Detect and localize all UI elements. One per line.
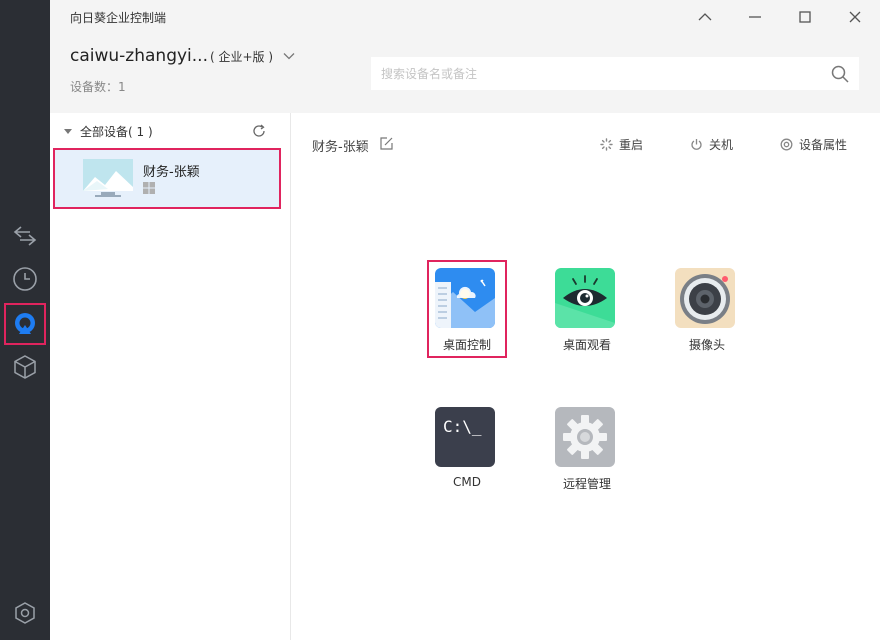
device-properties-label: 设备属性 (799, 138, 848, 152)
current-device-name: 财务-张颖 (312, 140, 369, 155)
remote-management-label: 远程管理 (562, 477, 611, 491)
account-selector[interactable]: caiwu-zhangyi... ( 企业+版 ) (70, 46, 295, 66)
device-list-panel: 全部设备( 1 ) 财务-张颖 (50, 113, 291, 640)
windows-icon (143, 182, 155, 194)
search-icon[interactable] (831, 65, 849, 83)
rail-remote-button[interactable] (4, 303, 46, 345)
desktop-view-tile[interactable]: 桌面观看 (549, 262, 625, 356)
restart-icon (600, 138, 613, 151)
refresh-button[interactable] (250, 122, 268, 140)
desktop-control-tile[interactable]: 桌面控制 (427, 260, 507, 358)
settings-icon (780, 138, 793, 151)
maximize-icon (799, 11, 811, 23)
window-title: 向日葵企业控制端 (70, 11, 167, 25)
rail-apps-button[interactable] (6, 348, 44, 386)
power-icon (691, 139, 702, 150)
search-box (371, 57, 859, 90)
cmd-label: CMD (453, 475, 481, 489)
device-detail-panel: 财务-张颖 重启 关机 设备属性 桌面控制 桌面观看 摄像头 C:\_ CMD … (291, 113, 880, 640)
remote-desktop-icon (435, 268, 495, 328)
header: 向日葵企业控制端 caiwu-zhangyi... ( 企业+版 ) 设备数：1… (50, 0, 880, 113)
left-rail (0, 0, 50, 640)
close-icon (849, 11, 861, 23)
clock-icon (13, 267, 37, 291)
cmd-glyph: C:\_ (443, 417, 482, 436)
camera-label: 摄像头 (688, 338, 725, 352)
device-group-all[interactable]: 全部设备( 1 ) (64, 123, 153, 140)
refresh-icon (253, 124, 265, 137)
cube-icon (14, 355, 36, 379)
minimize-icon (749, 16, 761, 18)
rail-history-button[interactable] (6, 260, 44, 298)
app-window: 向日葵企业控制端 caiwu-zhangyi... ( 企业+版 ) 设备数：1… (0, 0, 880, 640)
rail-settings-button[interactable] (6, 594, 44, 632)
search-input[interactable] (371, 58, 811, 89)
device-count: 设备数：1 (70, 80, 126, 94)
camera-tile[interactable]: 摄像头 (669, 262, 745, 356)
device-name: 财务-张颖 (143, 165, 200, 180)
terminal-icon: C:\_ (435, 407, 495, 467)
gear-icon (555, 407, 615, 467)
caret-down-icon (64, 129, 72, 134)
chevron-down-icon (283, 53, 295, 60)
chevron-up-icon (698, 13, 712, 21)
device-list-item[interactable]: 财务-张颖 (53, 148, 281, 209)
collapse-button[interactable] (694, 6, 716, 28)
camera-icon (675, 268, 735, 328)
swap-arrows-icon (13, 226, 37, 246)
close-button[interactable] (844, 6, 866, 28)
hexagon-settings-icon (15, 602, 35, 624)
device-properties-button[interactable]: 设备属性 (780, 136, 847, 153)
minimize-button[interactable] (744, 6, 766, 28)
desktop-view-label: 桌面观看 (562, 338, 611, 352)
cmd-tile[interactable]: C:\_ CMD (429, 401, 505, 495)
account-name: caiwu-zhangyi... (70, 46, 208, 66)
remote-management-tile[interactable]: 远程管理 (549, 401, 625, 495)
desktop-control-label: 桌面控制 (442, 338, 491, 352)
maximize-button[interactable] (794, 6, 816, 28)
edit-icon[interactable] (379, 136, 394, 151)
shutdown-label: 关机 (709, 138, 734, 152)
shutdown-button[interactable]: 关机 (690, 136, 733, 153)
device-group-label: 全部设备( 1 ) (80, 125, 153, 139)
restart-label: 重启 (619, 138, 644, 152)
eye-icon (555, 268, 615, 328)
rail-transfer-button[interactable] (6, 217, 44, 255)
restart-button[interactable]: 重启 (600, 136, 643, 153)
monitor-thumbnail-icon (83, 159, 133, 197)
sunlogin-logo-icon (15, 313, 35, 334)
account-edition: ( 企业+版 ) (209, 49, 274, 64)
